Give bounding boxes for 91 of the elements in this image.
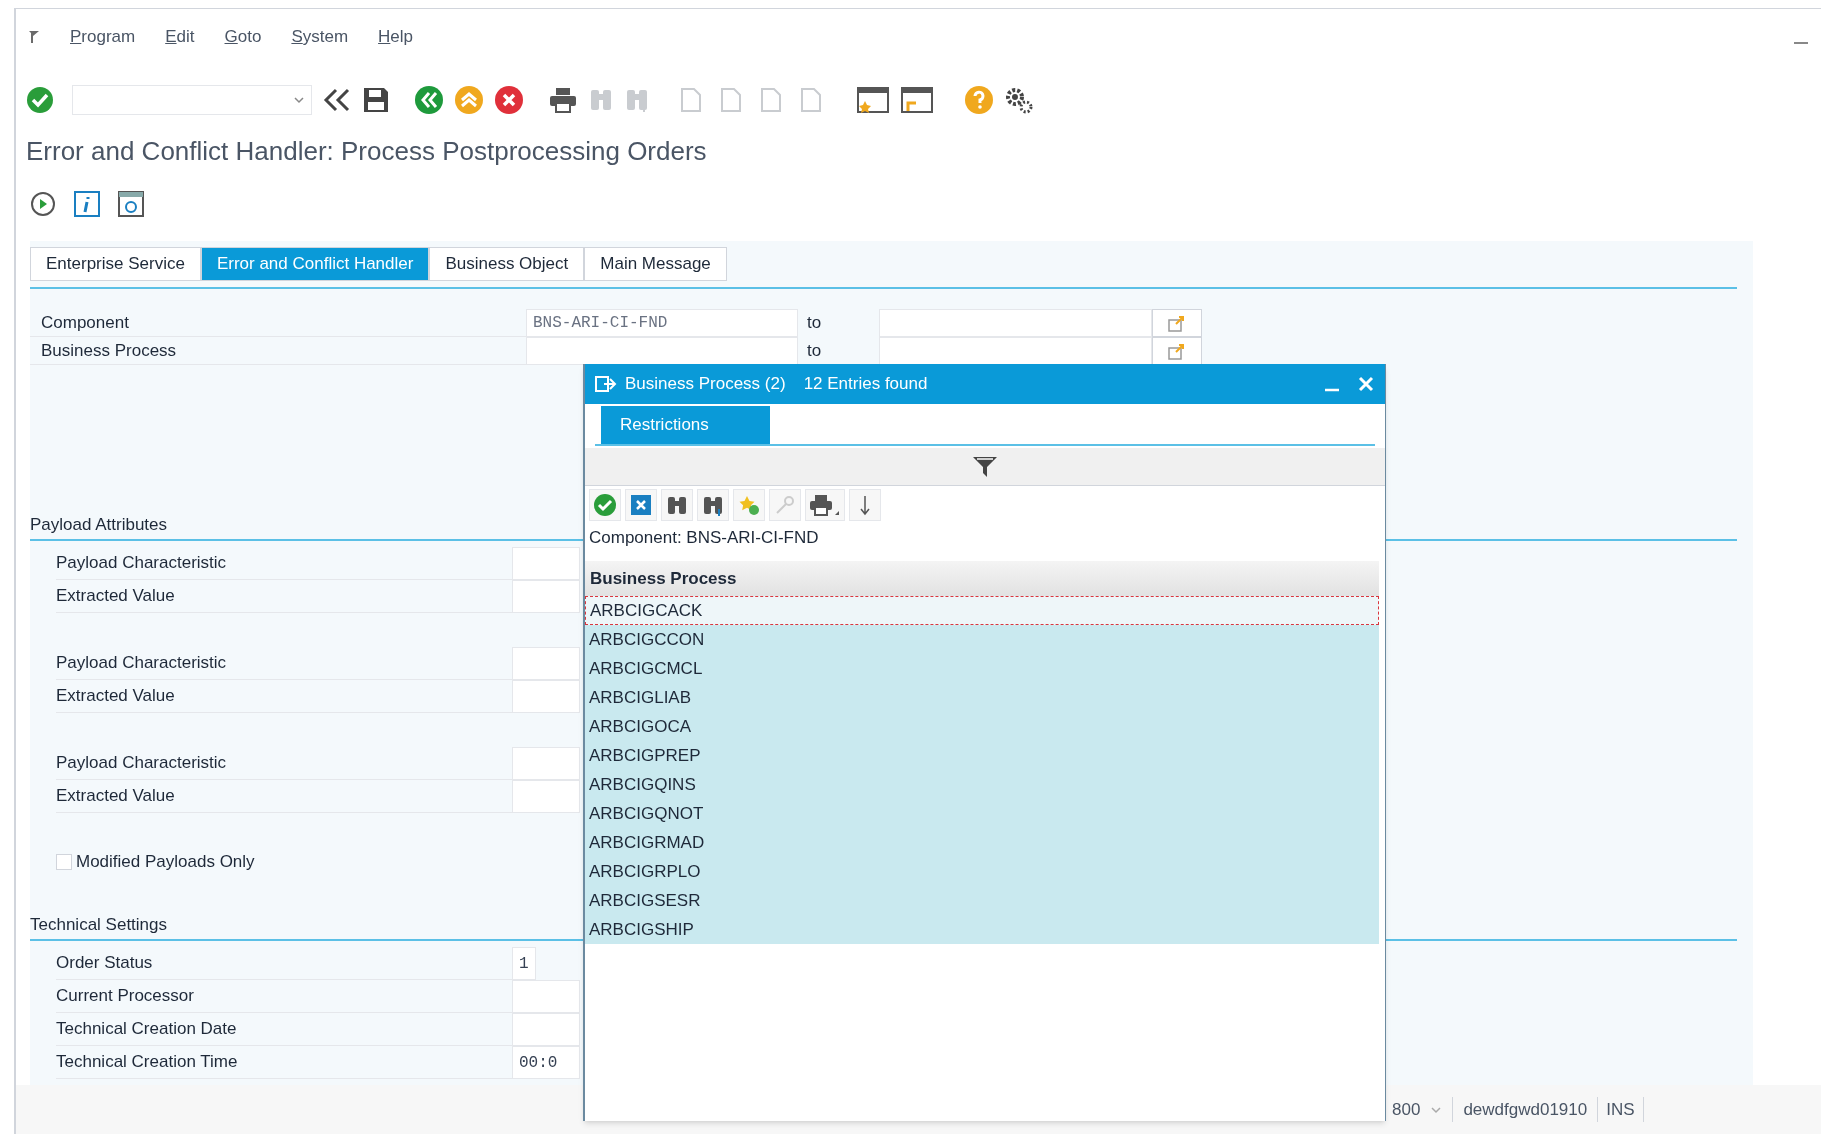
field-label: Extracted Value (56, 680, 512, 713)
section-heading: Technical Settings (30, 913, 168, 936)
input-field[interactable] (512, 780, 580, 813)
input-field[interactable] (512, 547, 580, 580)
input-field[interactable] (512, 580, 580, 613)
sort-button[interactable] (849, 489, 881, 521)
multiple-selection-button[interactable] (1152, 337, 1202, 365)
section-heading: Payload Attributes (30, 513, 168, 536)
caret-icon (293, 96, 305, 104)
check-icon[interactable] (26, 86, 54, 114)
component-info: Component: BNS-ARI-CI-FND (588, 527, 820, 550)
back-icon[interactable] (414, 85, 444, 115)
menu-item[interactable]: Program (70, 24, 136, 50)
list-row[interactable]: ARBCIGCMCL (585, 654, 1379, 683)
client-number: 800 (1392, 1098, 1421, 1121)
field-label: Order Status (56, 947, 512, 980)
menu-item[interactable]: System (291, 24, 349, 50)
menu-item[interactable]: Goto (224, 24, 262, 50)
to-label: to (806, 340, 823, 363)
column-header: Business Process (590, 567, 737, 590)
binoculars-button[interactable] (697, 489, 729, 521)
entries-count: 12 Entries found (803, 373, 928, 396)
list-row[interactable]: ARBCIGRPLO (585, 857, 1379, 886)
tab[interactable]: Business Object (429, 247, 585, 281)
print-icon[interactable] (548, 86, 578, 114)
save-icon[interactable] (362, 86, 390, 114)
settings-icon[interactable] (1004, 85, 1034, 115)
input-field[interactable] (512, 1013, 580, 1046)
input-field[interactable] (879, 309, 1152, 337)
list-row[interactable]: ARBCIGOCA (585, 712, 1379, 741)
clock-icon[interactable] (30, 191, 56, 217)
checkbox-label: Modified Payloads Only (76, 851, 255, 874)
list-row[interactable]: ARBCIGLIAB (585, 683, 1379, 712)
cancel-icon (629, 493, 653, 517)
field-label: Extracted Value (56, 780, 512, 813)
list-row[interactable]: ARBCIGCCON (585, 625, 1379, 654)
list-row[interactable]: ARBCIGCACK (585, 596, 1379, 625)
screen-title: Error and Conflict Handler: Process Postprocessing Orders (26, 134, 707, 168)
field-label: Payload Characteristic (56, 747, 512, 780)
list-row[interactable]: ARBCIGSHIP (585, 915, 1379, 944)
input-field[interactable]: 00:0 (512, 1046, 580, 1079)
popup-title: Business Process (2) (625, 373, 786, 396)
list-row[interactable]: ARBCIGQNOT (585, 799, 1379, 828)
binoculars-button[interactable] (661, 489, 693, 521)
menu-flag-icon[interactable] (28, 30, 40, 44)
caret-icon[interactable] (1430, 1105, 1443, 1114)
list-row[interactable]: ARBCIGSESR (585, 886, 1379, 915)
menu-item[interactable]: Edit (165, 24, 195, 50)
cancel-button[interactable] (625, 489, 657, 521)
command-field[interactable] (72, 85, 312, 115)
multiple-selection-button[interactable] (1152, 309, 1202, 337)
input-field[interactable] (526, 337, 798, 365)
arrow-icon (1167, 314, 1187, 332)
info-icon[interactable] (74, 191, 100, 217)
list-row[interactable]: ARBCIGPREP (585, 741, 1379, 770)
arrow-icon (1167, 342, 1187, 360)
input-field[interactable]: BNS-ARI-CI-FND (526, 309, 798, 337)
field-label: Component (30, 309, 526, 337)
input-field[interactable] (512, 747, 580, 780)
input-mode: INS (1597, 1096, 1644, 1123)
field-label: Payload Characteristic (56, 547, 512, 580)
exit-icon[interactable] (454, 85, 484, 115)
input-field[interactable] (512, 980, 580, 1013)
double-chevron-icon[interactable] (322, 86, 352, 114)
list-row[interactable]: ARBCIGQINS (585, 770, 1379, 799)
field-label: Extracted Value (56, 580, 512, 613)
print-icon (809, 493, 841, 517)
input-field[interactable] (512, 680, 580, 713)
print-button[interactable] (805, 489, 845, 521)
cancel-icon[interactable] (494, 85, 524, 115)
host-name: dewdfgwd01910 (1452, 1096, 1588, 1123)
to-label: to (806, 312, 823, 335)
input-field[interactable] (879, 337, 1152, 365)
close-icon[interactable] (1357, 375, 1375, 393)
field-label: Technical Creation Time (56, 1046, 512, 1079)
input-field[interactable]: 1 (512, 947, 536, 980)
check-button[interactable] (589, 489, 621, 521)
input-field[interactable] (512, 647, 580, 680)
field-label: Current Processor (56, 980, 512, 1013)
field-label: Technical Creation Date (56, 1013, 512, 1046)
help-icon[interactable] (964, 85, 994, 115)
tab[interactable]: Main Message (584, 247, 727, 281)
check-icon (593, 493, 617, 517)
filter-icon[interactable] (972, 454, 998, 479)
tab[interactable]: Enterprise Service (30, 247, 201, 281)
field-label: Business Process (30, 337, 526, 365)
field-label: Payload Characteristic (56, 647, 512, 680)
star-button[interactable] (733, 489, 765, 521)
checkbox[interactable] (56, 854, 72, 870)
menu-item[interactable]: Help (378, 24, 414, 50)
list-row[interactable]: ARBCIGRMAD (585, 828, 1379, 857)
